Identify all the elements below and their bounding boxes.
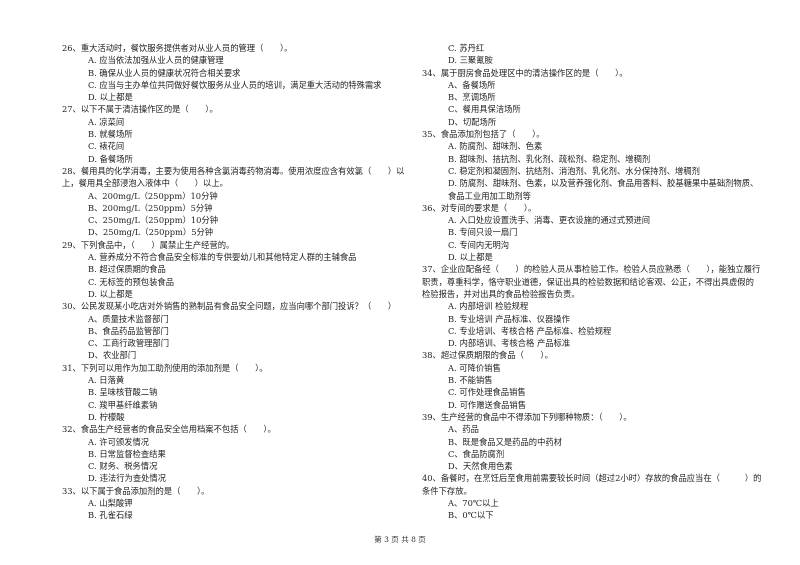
answer-option: A. 日落黄	[88, 375, 125, 386]
answer-option: C. 专间内无明沟	[448, 239, 510, 250]
question-stem: 35、食品添加剂包括了（ ）。	[422, 129, 545, 140]
answer-option: A、200mg/L（250ppm）10分钟	[88, 190, 218, 201]
answer-option: A、备餐场所	[448, 79, 496, 90]
page-footer: 第 3 页 共 8 页	[374, 535, 426, 544]
answer-option: D. 内部培训、考核合格 产品标准	[448, 338, 571, 349]
answer-option: C. 无标签的预包装食品	[88, 276, 174, 287]
answer-option: C. 专业培训、考核合格 产品标准、检验规程	[448, 325, 612, 336]
answer-option: A. 凉菜间	[88, 116, 125, 127]
answer-option: D. 以上都是	[448, 252, 493, 263]
answer-option: D、250mg/L（250ppm）5分钟	[88, 227, 214, 238]
question-stem: 29、下列食品中，（ ）属禁止生产经营的。	[62, 239, 235, 250]
answer-option: D. 以上都是	[88, 92, 133, 103]
answer-option: A. 营养成分不符合食品安全标准的专供婴幼儿和其他特定人群的主辅食品	[88, 252, 357, 263]
right-column: C. 苏丹红 D. 三聚氰胺 34、属于厨房食品处理区中的清洁操作区的是（ ）。 A、…	[422, 42, 762, 522]
answer-option: D、农业部门	[88, 350, 137, 361]
answer-option: A、质量技术监督部门	[88, 313, 169, 324]
answer-option: D、天然食用色素	[448, 461, 513, 472]
answer-option: D. 以上都是	[88, 288, 133, 299]
question: 39、生产经营的食品中不得添加下列哪种物质：（ ）。 A、药品 B、既是食品又是药品…	[422, 411, 762, 472]
question: 32、食品生产经营者的食品安全信用档案不包括（ ）。 A. 许可颁发情况 B. 日常…	[62, 423, 407, 484]
answer-option: C. 可作处理食品销售	[448, 387, 526, 398]
answer-option: B. 就餐场所	[88, 129, 133, 140]
question-stem: 26、重大活动时，餐饮服务提供者对从业人员的管理（ ）。	[62, 43, 293, 53]
question: C. 苏丹红 D. 三聚氰胺	[422, 42, 762, 67]
question-stem: 32、食品生产经营者的食品安全信用档案不包括（ ）。	[62, 424, 276, 435]
question: 40、备餐时，在烹饪后至食用前需要较长时间（超过2小时）存放的食品应当在（ ）的…	[422, 472, 762, 521]
question-stem: 27、以下不属于清洁操作区的是（ ）。	[62, 104, 218, 115]
answer-option: B. 专业培训 产品标准、仪器操作	[448, 313, 570, 324]
answer-option: B. 孔雀石绿	[88, 510, 133, 521]
answer-option: B、200mg/L（250ppm）5分钟	[88, 202, 213, 213]
answer-option: B、食品药品监管部门	[88, 325, 169, 336]
answer-option: C. 财务、税务情况	[88, 461, 158, 472]
question-stem: 34、属于厨房食品处理区中的清洁操作区的是（ ）。	[422, 67, 628, 78]
question-stem: 40、备餐时，在烹饪后至食用前需要较长时间（超过2小时）存放的食品应当在（ ）的…	[422, 473, 762, 496]
answer-option: A. 许可颁发情况	[88, 436, 150, 447]
answer-option: D. 防腐剂、甜味剂、色素，以及营养强化剂、食品用香料、胶基糖果中基础剂物质、食…	[448, 178, 759, 201]
answer-option: B、烹调场所	[448, 92, 496, 103]
question-stem: 33、以下属于食品添加剂的是（ ）。	[62, 485, 210, 496]
answer-option: A. 入口处应设置洗手、消毒、更衣设施的通过式预进间	[448, 215, 651, 226]
answer-option: B. 超过保质期的食品	[88, 264, 166, 275]
answer-option: B. 确保从业人员的健康状况符合相关要求	[88, 67, 241, 78]
answer-option: C、工商行政管理部门	[88, 338, 170, 349]
question: 34、属于厨房食品处理区中的清洁操作区的是（ ）。 A、备餐场所 B、烹调场所 C、餐…	[422, 67, 762, 128]
question: 36、对专间的要求是（ ）。 A. 入口处应设置洗手、消毒、更衣设施的通过式预进间…	[422, 202, 762, 263]
answer-option: A. 内部培训 检验规程	[448, 301, 529, 312]
answer-option: D. 违法行为查处情况	[88, 473, 167, 484]
question: 30、公民发现某小吃店对外销售的熟制品有食品安全问题，应当向哪个部门投诉？（ ）…	[62, 300, 407, 361]
question: 27、以下不属于清洁操作区的是（ ）。 A. 凉菜间 B. 就餐场所 C. 裱花间 D.…	[62, 103, 407, 164]
answer-option: C. 羧甲基纤维素钠	[88, 399, 158, 410]
answer-option: D. 三聚氰胺	[448, 55, 493, 66]
question-stem: 37、企业应配备经（ ）的检验人员从事检验工作。检验人员应熟悉（ ），能独立履行…	[422, 264, 761, 299]
question: 35、食品添加剂包括了（ ）。 A. 防腐剂、甜味剂、色素 B. 甜味剂、拮抗剂、乳…	[422, 128, 762, 202]
question: 37、企业应配备经（ ）的检验人员从事检验工作。检验人员应熟悉（ ），能独立履行…	[422, 263, 762, 349]
answer-option: B. 专间只设一扇门	[448, 227, 518, 238]
answer-option: C、餐用具保洁场所	[448, 104, 521, 115]
question: 29、下列食品中，（ ）属禁止生产经营的。 A. 营养成分不符合食品安全标准的专供…	[62, 239, 407, 300]
answer-option: C. 裱花间	[88, 141, 125, 152]
question-stem: 28、餐用具的化学消毒，主要为使用各种含氯消毒药物消毒。使用浓度应含有效氯（ ）…	[62, 165, 405, 189]
question: 28、餐用具的化学消毒，主要为使用各种含氯消毒药物消毒。使用浓度应含有效氯（ ）…	[62, 165, 407, 239]
answer-option: B. 呈味核苷酸二钠	[88, 387, 158, 398]
answer-option: B、0℃以下	[448, 510, 494, 521]
answer-option: D. 可作赠送食品销售	[448, 399, 527, 410]
question-stem: 30、公民发现某小吃店对外销售的熟制品有食品安全问题，应当向哪个部门投诉？（ ）	[62, 301, 397, 312]
question: 38、超过保质期限的食品（ ）。 A. 可降价销售 B. 不能销售 C. 可作处理食品…	[422, 349, 762, 410]
answer-option: C、250mg/L（250ppm）10分钟	[88, 215, 219, 226]
answer-option: A、药品	[448, 424, 479, 435]
answer-option: D、切配场所	[448, 116, 497, 127]
question-stem: 39、生产经营的食品中不得添加下列哪种物质：（ ）。	[422, 411, 632, 422]
answer-option: C. 苏丹红	[448, 43, 485, 53]
question-stem: 36、对专间的要求是（ ）。	[422, 202, 537, 213]
answer-option: A. 防腐剂、甜味剂、色素	[448, 141, 543, 152]
answer-option: D. 柠檬酸	[88, 411, 125, 422]
answer-option: A. 可降价销售	[448, 362, 501, 373]
answer-option: C、食品防腐剂	[448, 448, 505, 459]
answer-option: B. 日常监督检查结果	[88, 448, 166, 459]
question: 33、以下属于食品添加剂的是（ ）。 A. 山梨酸钾 B. 孔雀石绿	[62, 485, 407, 522]
answer-option: B. 甜味剂、拮抗剂、乳化剂、疏松剂、稳定剂、增稠剂	[448, 153, 651, 164]
question-stem: 38、超过保质期限的食品（ ）。	[422, 350, 553, 361]
left-column: 26、重大活动时，餐饮服务提供者对从业人员的管理（ ）。 A. 应当依法加强从业人…	[62, 42, 407, 522]
question-stem: 31、下列可以用作为加工助剂使用的添加剂是（ ）。	[62, 362, 268, 373]
answer-option: A. 山梨酸钾	[88, 497, 133, 508]
answer-option: D. 备餐场所	[88, 153, 133, 164]
answer-option: C. 稳定剂和凝固剂、抗结剂、消泡剂、乳化剂、水分保持剂、增稠剂	[448, 165, 700, 176]
question: 26、重大活动时，餐饮服务提供者对从业人员的管理（ ）。 A. 应当依法加强从业人…	[62, 42, 407, 103]
answer-option: B. 不能销售	[448, 375, 493, 386]
answer-option: B、既是食品又是药品的中药材	[448, 436, 562, 447]
question: 31、下列可以用作为加工助剂使用的添加剂是（ ）。 A. 日落黄 B. 呈味核苷酸二…	[62, 362, 407, 423]
answer-option: C. 应当与主办单位共同做好餐饮服务从业人员的培训，满足重大活动的特殊需求	[88, 79, 382, 90]
answer-option: A、70℃以上	[448, 497, 499, 508]
answer-option: A. 应当依法加强从业人员的健康管理	[88, 55, 224, 66]
